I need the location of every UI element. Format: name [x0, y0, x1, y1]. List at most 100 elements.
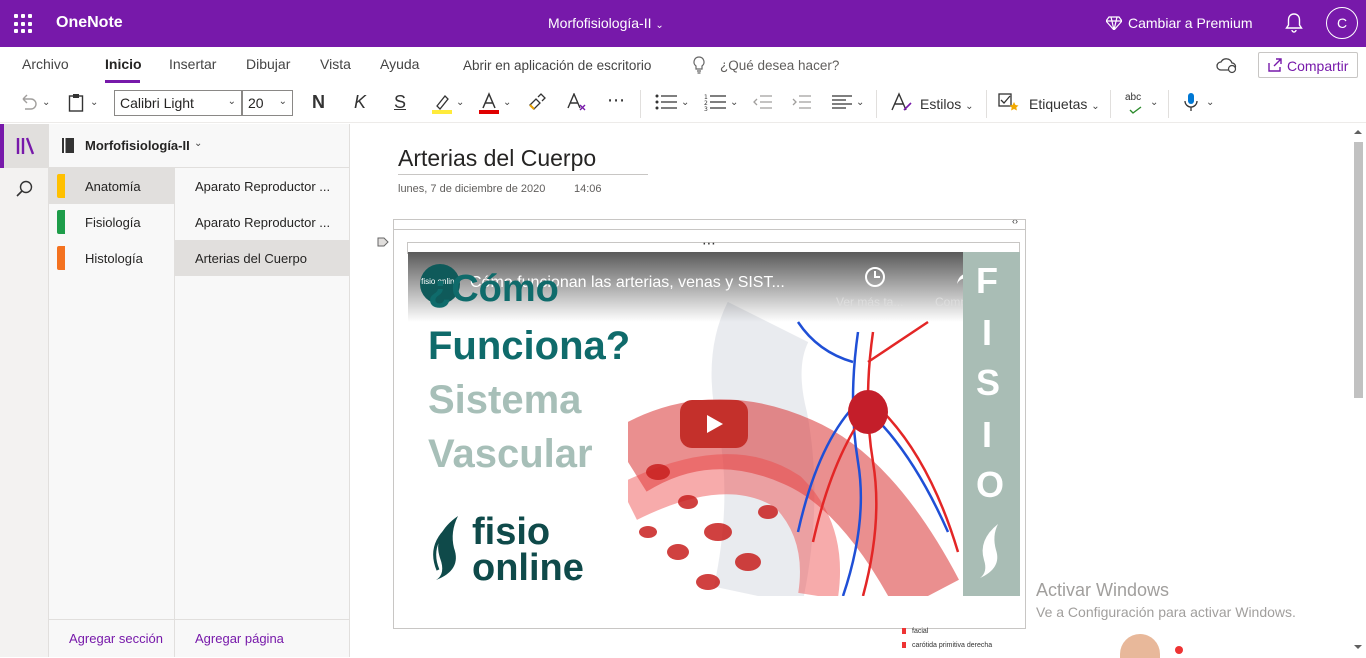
clipboard-icon[interactable] — [68, 93, 84, 112]
paragraph-handle-icon[interactable] — [377, 236, 389, 248]
app-launcher-icon[interactable] — [14, 14, 34, 34]
chevron-down-icon[interactable]: ⌄ — [42, 97, 50, 108]
clear-formatting-icon[interactable] — [566, 93, 588, 111]
side-letter: I — [982, 312, 993, 353]
bell-icon[interactable] — [1284, 12, 1304, 34]
footer-divider — [49, 619, 350, 620]
page-item[interactable]: Aparato Reproductor ... — [175, 168, 350, 204]
styles-button[interactable]: Estilos ⌄ — [920, 96, 974, 120]
tab-dibujar[interactable]: Dibujar — [246, 56, 290, 72]
italic-button[interactable]: K — [354, 92, 366, 116]
toolbar-divider — [986, 90, 987, 118]
clock-icon[interactable] — [864, 266, 886, 288]
spelling-button[interactable]: abc — [1125, 92, 1142, 116]
microphone-icon[interactable] — [1184, 92, 1198, 112]
chevron-down-icon[interactable]: ⌄ — [1150, 97, 1158, 108]
tags-button[interactable]: Etiquetas ⌄ — [1029, 96, 1100, 120]
chevron-down-icon[interactable]: ⌄ — [90, 97, 98, 108]
section-color-swatch — [57, 210, 65, 234]
numbered-list-icon[interactable]: 123 — [704, 93, 726, 111]
section-item-histologia[interactable]: Histología — [49, 240, 175, 276]
notebooks-icon[interactable] — [16, 137, 36, 155]
chevron-down-icon[interactable]: ⌄ — [1206, 97, 1214, 108]
diamond-icon — [1105, 16, 1123, 31]
font-name-select[interactable]: Calibri Light ⌄ — [114, 90, 242, 116]
align-icon[interactable] — [832, 94, 852, 110]
note-container-handle[interactable]: ‹› — [393, 216, 1026, 230]
premium-label: Cambiar a Premium — [1128, 15, 1253, 31]
app-name[interactable]: OneNote — [56, 14, 123, 32]
video-heading-line1: ¿Cómo — [428, 268, 559, 310]
fisio-online-logo — [433, 516, 458, 580]
open-desktop-link[interactable]: Abrir en aplicación de escritorio — [463, 58, 651, 73]
section-item-fisiologia[interactable]: Fisiología — [49, 204, 175, 240]
play-icon — [707, 415, 723, 433]
page-item[interactable]: Aparato Reproductor ... — [175, 204, 350, 240]
page-title[interactable]: Arterias del Cuerpo — [398, 145, 596, 172]
chevron-down-icon[interactable]: ⌄ — [503, 97, 511, 108]
video-brand-line1: fisio — [472, 511, 551, 553]
avatar[interactable]: C — [1326, 7, 1358, 39]
highlighter-icon[interactable] — [432, 92, 452, 114]
premium-button[interactable]: Cambiar a Premium — [1105, 15, 1253, 31]
anatomy-image-preview[interactable]: facial carótida primitiva derecha — [888, 626, 1188, 658]
bold-button[interactable]: N — [312, 92, 325, 116]
spelling-label: abc — [1125, 92, 1142, 103]
add-section-button[interactable]: Agregar sección — [69, 631, 163, 646]
section-item-anatomia[interactable]: Anatomía — [49, 168, 175, 204]
activation-watermark-text: Ve a Configuración para activar Windows. — [1036, 604, 1296, 620]
page-item-selected[interactable]: Arterias del Cuerpo — [175, 240, 350, 276]
notebook-icon — [62, 138, 74, 153]
increase-indent-icon[interactable] — [791, 94, 811, 110]
styles-icon[interactable] — [890, 92, 912, 112]
tab-inicio[interactable]: Inicio — [105, 56, 142, 72]
resize-handle-icon[interactable]: ‹› — [1012, 216, 1018, 226]
tell-me-search[interactable]: ¿Qué desea hacer? — [720, 58, 839, 73]
toolbar-divider — [640, 90, 641, 118]
font-color-icon[interactable] — [479, 92, 499, 114]
label-marker — [902, 628, 906, 634]
section-label: Histología — [85, 251, 143, 266]
share-label: Compartir — [1287, 58, 1349, 74]
watch-later-label[interactable]: Ver más ta... — [836, 295, 903, 309]
side-letter: S — [976, 362, 1001, 403]
tab-vista[interactable]: Vista — [320, 56, 351, 72]
chevron-down-icon[interactable]: ⌄ — [681, 97, 689, 108]
undo-icon[interactable] — [18, 94, 38, 110]
embedded-video[interactable]: fisio online Cómo funcionan las arterias… — [408, 252, 1020, 596]
chevron-down-icon[interactable]: ⌄ — [856, 97, 864, 108]
side-letter: O — [976, 464, 1005, 505]
drag-handle-icon[interactable]: ⋯ — [702, 235, 716, 252]
underline-button[interactable]: S — [394, 92, 406, 116]
scrollbar-thumb[interactable] — [1354, 142, 1363, 398]
more-options-icon[interactable]: ⋯ — [607, 90, 626, 114]
add-page-button[interactable]: Agregar página — [195, 631, 284, 646]
toolbar-divider — [1168, 90, 1169, 118]
page-label: Arterias del Cuerpo — [195, 251, 307, 266]
sync-cloud-icon[interactable] — [1216, 56, 1238, 74]
decrease-indent-icon[interactable] — [752, 94, 772, 110]
activation-watermark-title: Activar Windows — [1036, 580, 1170, 600]
tab-archivo[interactable]: Archivo — [22, 56, 69, 72]
chevron-down-icon[interactable]: ⌄ — [456, 97, 464, 108]
svg-text:3: 3 — [704, 106, 708, 111]
video-heading-line2: Funciona? — [428, 324, 631, 368]
play-button[interactable] — [680, 400, 748, 448]
chevron-down-icon: ⌄ — [655, 20, 664, 31]
font-size-select[interactable]: 20 ⌄ — [242, 90, 293, 116]
tab-ayuda[interactable]: Ayuda — [380, 56, 419, 72]
tag-checkbox-icon[interactable] — [998, 92, 1020, 112]
tab-insertar[interactable]: Insertar — [169, 56, 216, 72]
share-button[interactable]: Compartir — [1258, 52, 1358, 78]
search-icon[interactable] — [16, 180, 34, 198]
format-painter-icon[interactable] — [528, 93, 546, 111]
lightbulb-icon — [693, 56, 705, 74]
bullet-list-icon[interactable] — [655, 94, 677, 110]
scroll-up-arrow-icon[interactable] — [1353, 127, 1363, 137]
scroll-down-arrow-icon[interactable] — [1353, 642, 1363, 652]
image-label: facial — [912, 628, 929, 635]
side-letter: F — [976, 260, 998, 301]
chevron-down-icon[interactable]: ⌄ — [730, 97, 738, 108]
notebook-selector[interactable]: Morfofisiología-II ⌄ — [49, 124, 350, 168]
notebook-title-button[interactable]: Morfofisiología-II ⌄ — [548, 15, 664, 31]
